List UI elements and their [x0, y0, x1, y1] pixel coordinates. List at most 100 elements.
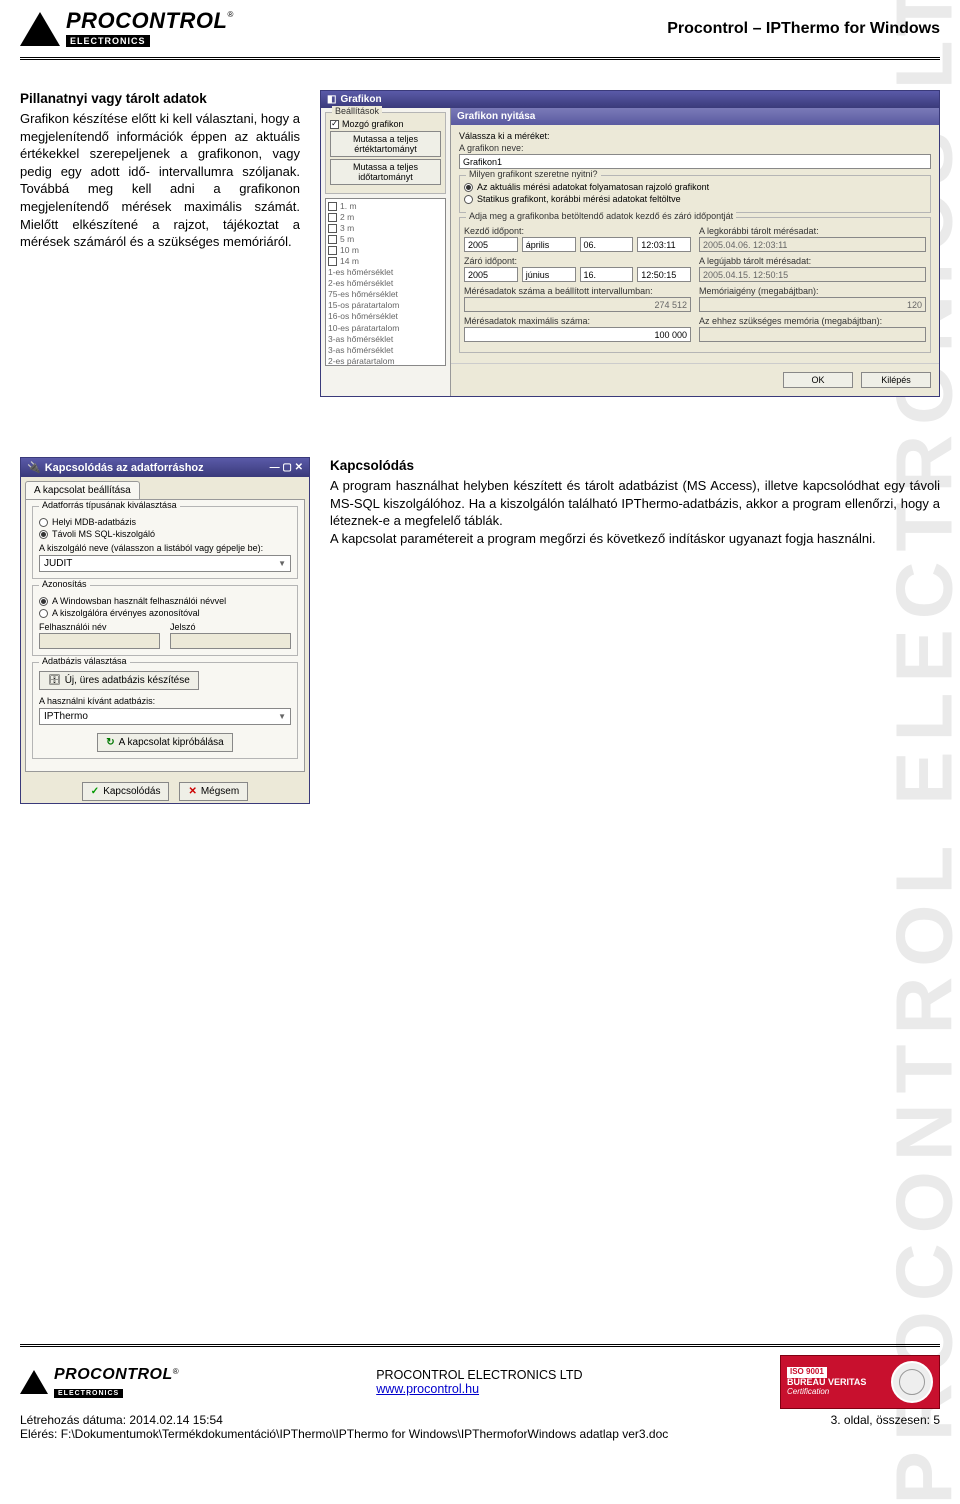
- start-month-input[interactable]: április: [522, 237, 576, 252]
- server-name-combo[interactable]: JUDIT ▼: [39, 555, 291, 572]
- footer-logo: PROCONTROL® ELECTRONICS: [20, 1367, 179, 1398]
- chart-name-input[interactable]: Grafikon1: [459, 154, 931, 169]
- list-item[interactable]: 15-os páratartalom: [328, 300, 443, 311]
- brand-subtitle: ELECTRONICS: [66, 35, 150, 47]
- chart-name-label: A grafikon neve:: [459, 143, 931, 153]
- list-item[interactable]: 1-es hőmérséklet: [328, 267, 443, 278]
- chevron-down-icon: ▼: [278, 559, 286, 568]
- cancel-label: Mégsem: [201, 786, 239, 797]
- measurements-listbox[interactable]: 1. m2 m3 m5 m10 m14 m1-es hőmérséklet2-e…: [325, 198, 446, 366]
- show-full-range-button[interactable]: Mutassa a teljes értéktartományt: [330, 131, 441, 157]
- radio-winauth-label: A Windowsban használt felhasználói névve…: [52, 596, 226, 606]
- radio-local-mdb[interactable]: Helyi MDB-adatbázis: [39, 517, 291, 527]
- moving-chart-checkbox[interactable]: ✓ Mozgó grafikon: [330, 119, 441, 129]
- username-input[interactable]: [39, 633, 160, 649]
- exit-button[interactable]: Kilépés: [861, 372, 931, 388]
- password-input[interactable]: [170, 633, 291, 649]
- tab-connection-settings[interactable]: A kapcsolat beállítása: [25, 481, 140, 499]
- list-item[interactable]: 10-es páratartalom: [328, 323, 443, 334]
- reqmem-label: Az ehhez szükséges memória (megabájtban)…: [699, 316, 926, 326]
- radio-live-label: Az aktuális mérési adatokat folyamatosan…: [477, 182, 709, 192]
- connect-button[interactable]: Kapcsolódás: [82, 782, 170, 801]
- list-item[interactable]: 10 m: [328, 245, 443, 256]
- list-item[interactable]: 2 m: [328, 212, 443, 223]
- mem-value: 120: [699, 297, 926, 312]
- checkbox-icon: ✓: [330, 120, 339, 129]
- grafikon-window: ◧ Grafikon Beállítások ✓ Mozgó grafikon …: [320, 90, 940, 397]
- connection-title: Kapcsolódás az adatforráshoz: [45, 462, 204, 474]
- brand-registered: ®: [227, 10, 233, 19]
- test-connection-button[interactable]: A kapcsolat kipróbálása: [97, 733, 232, 752]
- reqmem-value: [699, 327, 926, 342]
- end-month-input[interactable]: június: [522, 267, 576, 282]
- ok-button[interactable]: OK: [783, 372, 853, 388]
- start-day-input[interactable]: 06.: [580, 237, 634, 252]
- select-measures-label: Válassza ki a méréket:: [459, 131, 931, 141]
- radio-on-icon: [464, 183, 473, 192]
- window-controls[interactable]: — ▢ ✕: [270, 462, 303, 473]
- radio-static-chart[interactable]: Statikus grafikont, korábbi mérési adato…: [464, 194, 926, 204]
- list-item[interactable]: 75-es hőmérséklet: [328, 289, 443, 300]
- server-name-label: A kiszolgáló neve (válasszon a listából …: [39, 543, 291, 553]
- count-label: Mérésadatok száma a beállított intervall…: [464, 286, 691, 296]
- end-day-input[interactable]: 16.: [580, 267, 634, 282]
- grafikon-title: Grafikon: [340, 94, 381, 105]
- footer-url-link[interactable]: www.procontrol.hu: [376, 1382, 479, 1396]
- list-item[interactable]: 3-as hőmérséklet: [328, 334, 443, 345]
- start-label: Kezdő időpont:: [464, 226, 691, 236]
- end-time-input[interactable]: 12:50:15: [637, 267, 691, 282]
- logo-triangle-icon: [20, 1370, 48, 1394]
- moving-chart-label: Mozgó grafikon: [342, 119, 404, 129]
- new-db-label: Új, üres adatbázis készítése: [65, 675, 190, 686]
- logo-triangle-icon: [20, 12, 60, 46]
- mode-group-label: Milyen grafikont szeretne nyitni?: [466, 169, 601, 179]
- list-item[interactable]: 2-es hőmérséklet: [328, 278, 443, 289]
- grafikon-open-header: Grafikon nyitása: [451, 108, 939, 125]
- connect-label: Kapcsolódás: [103, 786, 160, 797]
- db-group-title: Adatbázis választása: [39, 656, 130, 666]
- max-value-input[interactable]: 100 000: [464, 327, 691, 342]
- db-select-combo[interactable]: IPThermo ▼: [39, 708, 291, 725]
- brand-logo: PROCONTROL® ELECTRONICS: [20, 10, 233, 47]
- list-item[interactable]: 14 m: [328, 256, 443, 267]
- document-title: Procontrol – IPThermo for Windows: [667, 20, 940, 38]
- mem-label: Memóriaigény (megabájtban):: [699, 286, 926, 296]
- footer-brand-reg: ®: [173, 1367, 179, 1376]
- list-item[interactable]: 2-es páratartalom: [328, 356, 443, 366]
- end-label: Záró időpont:: [464, 256, 691, 266]
- cert-badge: ISO 9001 BUREAU VERITAS Certification: [780, 1355, 940, 1409]
- show-time-range-button[interactable]: Mutassa a teljes időtartományt: [330, 159, 441, 185]
- radio-win-auth[interactable]: A Windowsban használt felhasználói névve…: [39, 596, 291, 606]
- brand-name: PROCONTROL: [66, 8, 227, 33]
- footer-brand-sub: ELECTRONICS: [54, 1389, 123, 1398]
- end-year-input[interactable]: 2005: [464, 267, 518, 282]
- window-icon: ◧: [327, 94, 336, 105]
- window-icon: 🔌: [27, 461, 41, 474]
- list-item[interactable]: 3 m: [328, 223, 443, 234]
- created-label: Létrehozás dátuma:: [20, 1413, 129, 1427]
- radio-off-icon: [39, 518, 48, 527]
- server-name-value: JUDIT: [44, 558, 72, 569]
- grafikon-titlebar[interactable]: ◧ Grafikon: [321, 91, 939, 108]
- list-item[interactable]: 5 m: [328, 234, 443, 245]
- footer-brand-name: PROCONTROL: [54, 1366, 173, 1383]
- page-number: 3. oldal, összesen: 5: [831, 1413, 940, 1427]
- start-time-input[interactable]: 12:03:11: [637, 237, 691, 252]
- radio-live-chart[interactable]: Az aktuális mérési adatokat folyamatosan…: [464, 182, 926, 192]
- cancel-button[interactable]: Mégsem: [179, 782, 248, 801]
- cert-seal-icon: [891, 1361, 933, 1403]
- test-connection-label: A kapcsolat kipróbálása: [119, 737, 224, 748]
- start-year-input[interactable]: 2005: [464, 237, 518, 252]
- section-connection-body1: A program használhat helyben készített é…: [330, 477, 940, 530]
- list-item[interactable]: 3-as hőmérséklet: [328, 345, 443, 356]
- list-item[interactable]: 16-os hőmérséklet: [328, 311, 443, 322]
- radio-static-label: Statikus grafikont, korábbi mérési adato…: [477, 194, 681, 204]
- list-item[interactable]: 1. m: [328, 201, 443, 212]
- new-db-button[interactable]: Új, üres adatbázis készítése: [39, 671, 199, 690]
- first-record-label: A legkorábbi tárolt mérésadat:: [699, 226, 926, 236]
- settings-group-title: Beállítások: [332, 106, 382, 116]
- last-record-value: 2005.04.15. 12:50:15: [699, 267, 926, 282]
- radio-sql-auth[interactable]: A kiszolgálóra érvényes azonosítóval: [39, 608, 291, 618]
- connection-titlebar[interactable]: 🔌 Kapcsolódás az adatforráshoz — ▢ ✕: [21, 458, 309, 477]
- radio-remote-sql[interactable]: Távoli MS SQL-kiszolgáló: [39, 529, 291, 539]
